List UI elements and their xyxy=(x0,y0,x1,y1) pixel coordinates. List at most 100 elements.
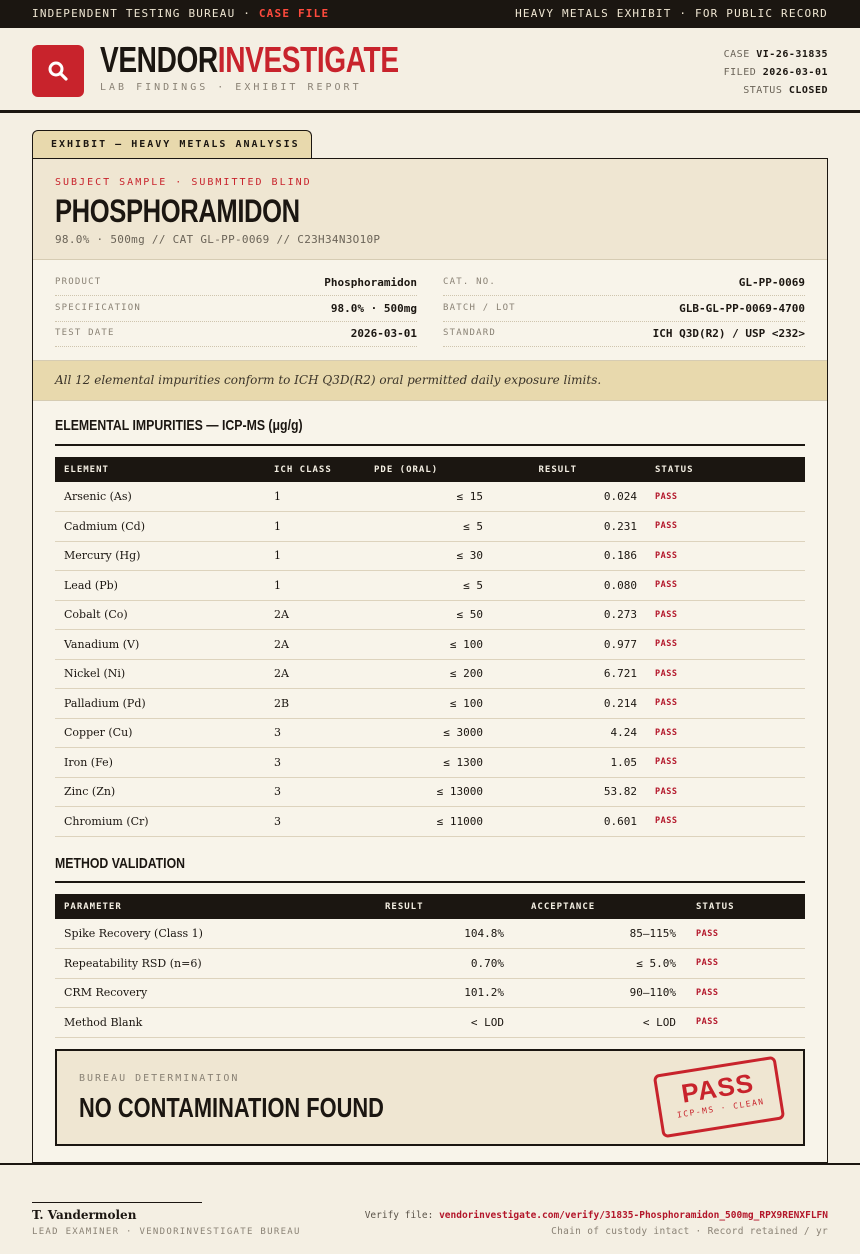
result-value: < LOD xyxy=(355,1007,513,1038)
result-value: 104.8% xyxy=(355,919,513,949)
fact-value: GLB-GL-PP-0069-4700 xyxy=(679,302,805,315)
fact-standard: STANDARD ICH Q3D(R2) / USP <232> xyxy=(443,322,805,347)
fact-value: GL-PP-0069 xyxy=(738,276,805,289)
result-value: 0.024 xyxy=(511,482,637,512)
bureau-determination: BUREAU DETERMINATION NO CONTAMINATION FO… xyxy=(55,1049,805,1146)
pde-limit: ≤ 13000 xyxy=(365,777,511,807)
result-value: 4.24 xyxy=(511,718,637,748)
result-value: 0.977 xyxy=(511,629,637,660)
table-row: Iron (Fe) 3 ≤ 1300 1.05 PASS xyxy=(55,747,805,778)
status-badge: PASS xyxy=(637,600,805,630)
logo[interactable] xyxy=(32,45,84,97)
subject-block: SUBJECT SAMPLE · SUBMITTED BLIND PHOSPHO… xyxy=(33,159,827,260)
pde-limit: ≤ 3000 xyxy=(365,718,511,748)
case-info: CASE VI-26-31835 FILED 2026-03-01 STATUS… xyxy=(724,46,828,100)
verify-link[interactable]: vendorinvestigate.com/verify/31835-Phosp… xyxy=(439,1210,828,1221)
status-badge: PASS xyxy=(637,482,805,512)
element-name: Cobalt (Co) xyxy=(55,600,265,630)
fact-test-date: TEST DATE 2026-03-01 xyxy=(55,322,417,347)
result-value: 0.273 xyxy=(511,600,637,630)
element-name: Cadmium (Cd) xyxy=(55,511,265,542)
status-badge: PASS xyxy=(637,570,805,601)
result-value: 0.70% xyxy=(355,948,513,979)
table-row: Method Blank < LOD < LOD PASS xyxy=(55,1007,805,1038)
col-header: ICH CLASS xyxy=(265,457,365,482)
element-name: Lead (Pb) xyxy=(55,570,265,601)
ich-class: 3 xyxy=(265,747,365,778)
status-badge: PASS xyxy=(637,747,805,778)
element-name: Arsenic (As) xyxy=(55,482,265,512)
parameter-name: Method Blank xyxy=(55,1007,355,1038)
col-header: ACCEPTANCE xyxy=(513,894,685,919)
element-name: Chromium (Cr) xyxy=(55,806,265,837)
table-row: Chromium (Cr) 3 ≤ 11000 0.601 PASS xyxy=(55,806,805,837)
impurities-table: ELEMENT ICH CLASS PDE (ORAL) RESULT STAT… xyxy=(55,457,805,837)
status-badge: PASS xyxy=(685,948,805,979)
signer-role: LEAD EXAMINER · VENDORINVESTIGATE BUREAU xyxy=(32,1227,301,1237)
table-row: Cadmium (Cd) 1 ≤ 5 0.231 PASS xyxy=(55,511,805,542)
pde-limit: ≤ 1300 xyxy=(365,747,511,778)
ich-class: 3 xyxy=(265,806,365,837)
status-badge: PASS xyxy=(685,1007,805,1038)
col-header: PDE (ORAL) xyxy=(365,457,511,482)
result-value: 53.82 xyxy=(511,777,637,807)
acceptance-range: < LOD xyxy=(513,1007,685,1038)
custody-note: Chain of custody intact · Record retaine… xyxy=(551,1226,828,1237)
top-bar-right: HEAVY METALS EXHIBIT · FOR PUBLIC RECORD xyxy=(515,7,828,20)
fact-batch: BATCH / LOT GLB-GL-PP-0069-4700 xyxy=(443,297,805,322)
determination-label: BUREAU DETERMINATION xyxy=(79,1073,240,1084)
brand-subtitle: LAB FINDINGS · EXHIBIT REPORT xyxy=(100,82,362,93)
ich-class: 1 xyxy=(265,570,365,601)
page-header: VENDORINVESTIGATE LAB FINDINGS · EXHIBIT… xyxy=(0,28,860,113)
result-value: 0.186 xyxy=(511,541,637,571)
fact-value: 98.0% · 500mg xyxy=(330,302,417,315)
status-badge: PASS xyxy=(637,806,805,837)
verify-label: Verify file: xyxy=(364,1210,440,1221)
fact-label: PRODUCT xyxy=(55,277,102,287)
verify-file: Verify file: vendorinvestigate.com/verif… xyxy=(365,1210,828,1221)
table-row: Lead (Pb) 1 ≤ 5 0.080 PASS xyxy=(55,570,805,601)
pde-limit: ≤ 30 xyxy=(365,541,511,571)
exhibit-tab: EXHIBIT — HEAVY METALS ANALYSIS xyxy=(32,130,312,159)
fact-product: PRODUCT Phosphoramidon xyxy=(55,271,417,296)
col-header: STATUS xyxy=(637,457,805,482)
sample-title: PHOSPHORAMIDON xyxy=(55,193,300,229)
element-name: Zinc (Zn) xyxy=(55,777,265,807)
table-row: Nickel (Ni) 2A ≤ 200 6.721 PASS xyxy=(55,659,805,689)
result-value: 0.080 xyxy=(511,570,637,601)
result-value: 6.721 xyxy=(511,659,637,689)
case-number: VI-26-31835 xyxy=(756,49,828,60)
table-row: Arsenic (As) 1 ≤ 15 0.024 PASS xyxy=(55,482,805,512)
filed-label: FILED xyxy=(723,67,757,78)
fact-label: BATCH / LOT xyxy=(443,303,516,313)
top-bar-prefix: INDEPENDENT TESTING BUREAU · xyxy=(32,7,259,20)
ich-class: 2B xyxy=(265,688,365,719)
table-header-row: PARAMETER RESULT ACCEPTANCE STATUS xyxy=(55,894,805,919)
case-file-label: CASE FILE xyxy=(258,7,330,20)
col-header: RESULT xyxy=(511,457,637,482)
ich-class: 1 xyxy=(265,482,365,512)
col-header: RESULT xyxy=(355,894,513,919)
status-badge: PASS xyxy=(637,718,805,748)
pde-limit: ≤ 5 xyxy=(365,570,511,601)
result-value: 1.05 xyxy=(511,747,637,778)
ich-class: 3 xyxy=(265,777,365,807)
pde-limit: ≤ 100 xyxy=(365,688,511,719)
status-badge: PASS xyxy=(685,978,805,1008)
fact-label: CAT. NO. xyxy=(443,277,496,287)
table-row: Zinc (Zn) 3 ≤ 13000 53.82 PASS xyxy=(55,777,805,807)
brand-part-vendor: VENDOR xyxy=(100,39,218,80)
element-name: Copper (Cu) xyxy=(55,718,265,748)
fact-label: TEST DATE xyxy=(55,328,115,338)
validation-title: METHOD VALIDATION xyxy=(55,855,186,872)
fact-specification: SPECIFICATION 98.0% · 500mg xyxy=(55,297,417,322)
col-header: PARAMETER xyxy=(55,894,355,919)
result-value: 0.214 xyxy=(511,688,637,719)
validation-table: PARAMETER RESULT ACCEPTANCE STATUS Spike… xyxy=(55,894,805,1038)
ich-class: 2A xyxy=(265,659,365,689)
magnifier-icon xyxy=(48,61,68,81)
table-row: Palladium (Pd) 2B ≤ 100 0.214 PASS xyxy=(55,688,805,719)
status-value: CLOSED xyxy=(788,85,828,96)
parameter-name: Spike Recovery (Class 1) xyxy=(55,919,355,949)
signature-line xyxy=(32,1202,202,1203)
